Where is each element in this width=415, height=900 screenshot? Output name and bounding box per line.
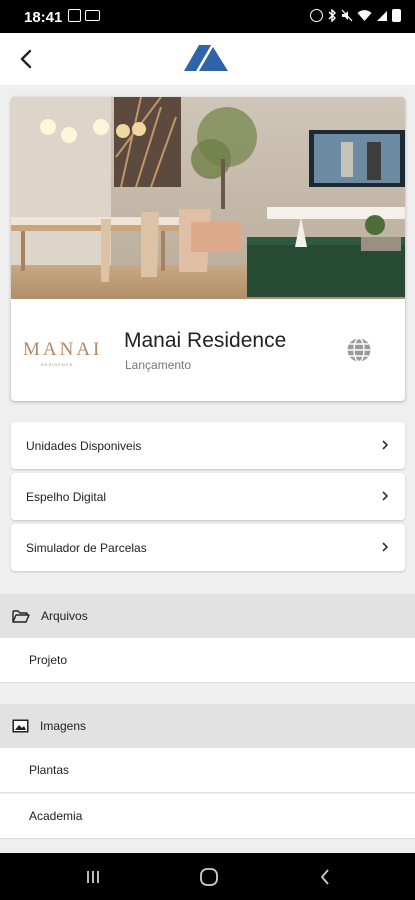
recents-icon <box>87 871 99 883</box>
menu-item-label: Espelho Digital <box>26 489 107 504</box>
list-item-label: Projeto <box>29 653 68 667</box>
folder-icon <box>12 609 30 623</box>
section-title: Imagens <box>40 719 87 733</box>
nav-back-button[interactable] <box>305 863 345 891</box>
bluetooth-icon <box>328 9 336 22</box>
section-header-imagens: Imagens <box>0 704 415 748</box>
laptop-icon <box>85 10 100 21</box>
system-nav-bar <box>0 853 415 900</box>
image-icon <box>12 719 29 733</box>
list-item-projeto[interactable]: Projeto <box>0 638 415 683</box>
list-item-academia[interactable]: Academia <box>0 794 415 839</box>
alarm-icon <box>310 9 323 22</box>
section-header-arquivos: Arquivos <box>0 594 415 638</box>
menu-item-label: Simulador de Parcelas <box>26 540 147 555</box>
battery-icon <box>392 9 401 22</box>
list-item-plantas[interactable]: Plantas <box>0 748 415 793</box>
property-name: Manai Residence <box>124 329 287 352</box>
back-icon <box>320 869 329 885</box>
status-bar: 18:41 <box>0 0 415 33</box>
back-button[interactable] <box>8 41 44 77</box>
property-hero-image <box>11 97 405 299</box>
brand-logo: MANAI <box>23 339 103 360</box>
chevron-left-icon <box>20 49 32 69</box>
list-item-label: Plantas <box>29 763 70 777</box>
menu-item-unidades-disponiveis[interactable]: Unidades Disponiveis <box>11 422 405 469</box>
property-info: MANAI RESIDENCE Manai Residence Lançamen… <box>11 299 405 401</box>
recents-button[interactable] <box>73 863 113 891</box>
menu-item-label: Unidades Disponiveis <box>26 438 142 453</box>
chevron-right-icon <box>382 440 389 450</box>
property-status: Lançamento <box>125 358 192 372</box>
chevron-right-icon <box>382 491 389 501</box>
list-item-label: Academia <box>29 809 83 823</box>
menu-item-espelho-digital[interactable]: Espelho Digital <box>11 473 405 520</box>
mountain-logo-icon <box>184 45 228 71</box>
status-time: 18:41 <box>24 9 63 26</box>
brand-logo-subtext: RESIDENCE <box>41 362 74 367</box>
status-right-icons <box>310 9 401 22</box>
mute-icon <box>341 9 353 22</box>
image-icon <box>68 9 81 22</box>
globe-icon[interactable] <box>346 337 372 363</box>
menu-item-simulador-de-parcelas[interactable]: Simulador de Parcelas <box>11 524 405 571</box>
app-bar <box>0 33 415 85</box>
signal-icon <box>377 11 387 21</box>
content-scroll[interactable]: MANAI RESIDENCE Manai Residence Lançamen… <box>0 85 415 853</box>
home-button[interactable] <box>189 863 229 891</box>
section-title: Arquivos <box>41 609 88 623</box>
property-card: MANAI RESIDENCE Manai Residence Lançamen… <box>11 97 405 401</box>
wifi-icon <box>357 10 372 21</box>
chevron-right-icon <box>382 542 389 552</box>
status-left-icons <box>68 9 100 22</box>
home-icon <box>200 868 218 886</box>
